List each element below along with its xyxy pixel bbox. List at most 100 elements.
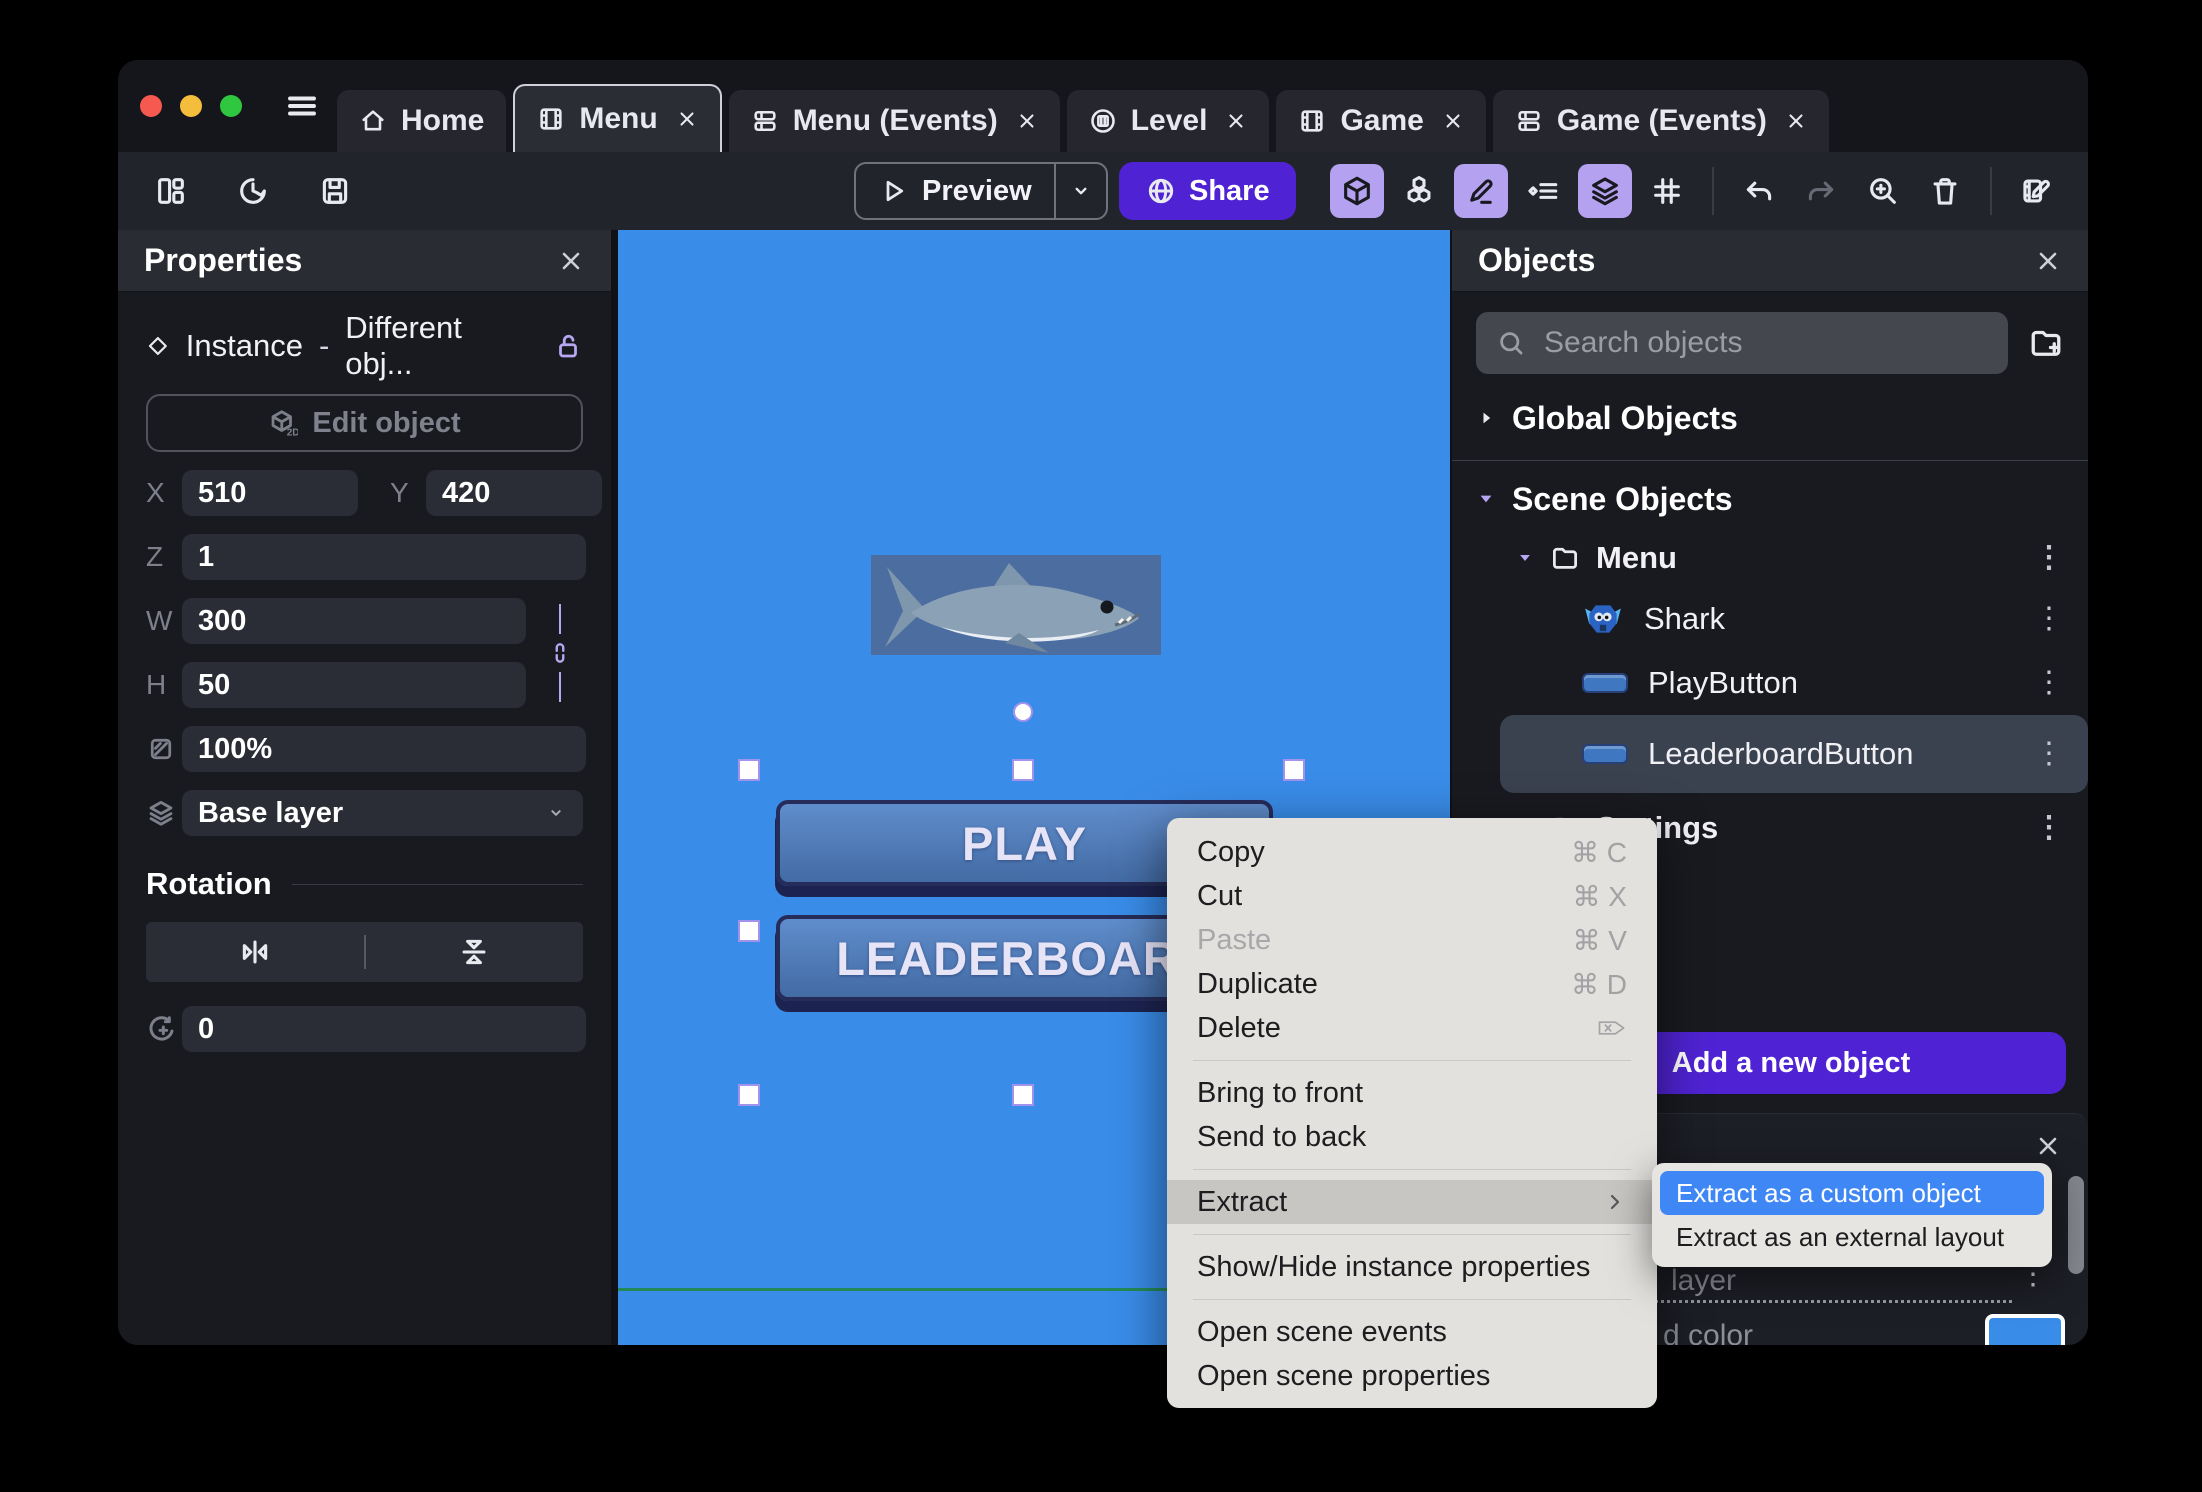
tab-close-icon[interactable] [1016,110,1038,132]
kebab-menu-icon[interactable]: ⋮ [2034,543,2064,573]
save-icon[interactable] [308,164,362,218]
shark-thumbnail [1585,605,1621,633]
y-field[interactable] [426,470,602,516]
object-row-leaderboardbutton[interactable]: LeaderboardButton ⋮ [1500,715,2088,793]
scrollbar[interactable] [2068,1176,2084,1274]
object-mode-button[interactable] [1330,164,1384,218]
unlock-icon[interactable] [553,331,583,361]
grid-button[interactable] [1640,164,1694,218]
tab-menu[interactable]: Menu [513,84,722,152]
tab-close-icon[interactable] [676,108,698,130]
layer-dropdown[interactable]: Base layer [182,790,583,836]
scene-objects-group[interactable]: Scene Objects [1452,475,2088,523]
shark-instance[interactable] [871,555,1161,655]
close-layers-icon[interactable] [2034,1132,2062,1160]
extract-submenu: Extract as a custom object Extract as an… [1652,1163,2052,1267]
selection-handle[interactable] [1012,1084,1034,1106]
zoom-in-button[interactable] [1856,164,1910,218]
selection-handle[interactable] [1012,759,1034,781]
tab-close-icon[interactable] [1225,110,1247,132]
menu-item-extract[interactable]: Extract [1167,1180,1657,1224]
pencil-icon [1470,179,1493,204]
menu-item-label: Cut [1197,879,1243,912]
kebab-menu-icon[interactable]: ⋮ [2034,668,2064,698]
submenu-item-extract-custom-object[interactable]: Extract as a custom object [1660,1171,2044,1215]
opacity-field[interactable] [182,726,586,772]
menu-item-duplicate[interactable]: Duplicate ⌘ D [1167,962,1657,1006]
minimize-window-button[interactable] [180,95,202,117]
cubes-icon [1407,175,1431,203]
menu-item-open-scene-events[interactable]: Open scene events [1167,1310,1657,1354]
menu-item-show-hide-instance-properties[interactable]: Show/Hide instance properties [1167,1245,1657,1289]
objects-stack-button[interactable] [1392,164,1446,218]
tab-game-events[interactable]: Game (Events) [1492,90,1829,152]
flip-horizontal-button[interactable] [146,922,364,982]
h-field[interactable] [182,662,526,708]
selection-handle[interactable] [1283,759,1305,781]
maximize-window-button[interactable] [220,95,242,117]
tab-menu-events[interactable]: Menu (Events) [728,90,1060,152]
tab-level[interactable]: Level [1066,90,1270,152]
submenu-item-extract-external-layout[interactable]: Extract as an external layout [1660,1215,2044,1259]
folder-row-menu[interactable]: Menu ⋮ [1452,529,2088,587]
layer-value: Base layer [198,796,344,829]
undo-button[interactable] [1732,164,1786,218]
search-objects-box[interactable] [1476,312,2008,374]
close-objects-icon[interactable] [2034,247,2062,275]
global-objects-group[interactable]: Global Objects [1452,394,2088,442]
object-label: Shark [1644,601,1725,636]
x-field[interactable] [182,470,358,516]
objects-panel-header: Objects [1452,230,2088,292]
close-properties-icon[interactable] [557,247,585,275]
z-field[interactable] [182,534,586,580]
background-color-swatch[interactable] [1985,1314,2065,1345]
properties-title: Properties [144,242,303,278]
instances-list-button[interactable] [1516,164,1570,218]
history-icon[interactable] [226,164,280,218]
menu-item-cut[interactable]: Cut ⌘ X [1167,874,1657,918]
tab-close-icon[interactable] [1442,110,1464,132]
edit-mode-button[interactable] [1454,164,1508,218]
kebab-menu-icon[interactable]: ⋮ [2034,739,2064,769]
kebab-menu-icon[interactable]: ⋮ [2034,813,2064,843]
menu-divider [1193,1169,1631,1170]
menu-item-copy[interactable]: Copy ⌘ C [1167,830,1657,874]
preview-options-button[interactable] [1053,164,1106,218]
w-field[interactable] [182,598,526,644]
redo-button[interactable] [1794,164,1848,218]
menu-item-label: Copy [1197,835,1265,868]
link-dimensions-toggle[interactable] [537,604,583,702]
new-folder-icon[interactable] [2028,325,2064,361]
tab-home[interactable]: Home [337,90,507,152]
rotation-field[interactable] [182,1006,586,1052]
selection-handle[interactable] [738,1084,760,1106]
kebab-menu-icon[interactable]: ⋮ [2034,604,2064,634]
menu-item-send-to-back[interactable]: Send to back [1167,1115,1657,1159]
panels-layout-icon[interactable] [144,164,198,218]
delete-button[interactable] [1918,164,1972,218]
selection-handle[interactable] [738,920,760,942]
edit-object-button[interactable]: 2D Edit object [146,394,583,452]
shark-sprite [885,563,1140,653]
menu-item-delete[interactable]: Delete [1167,1006,1657,1050]
scene-properties-button[interactable] [2010,164,2064,218]
tab-close-icon[interactable] [1785,110,1807,132]
menu-item-bring-to-front[interactable]: Bring to front [1167,1071,1657,1115]
search-objects-input[interactable] [1544,326,1988,360]
tab-bar: Home Menu Menu (Events) Level Game Game … [337,84,1836,152]
share-button[interactable]: Share [1119,162,1296,220]
preview-button[interactable]: Preview [856,175,1054,208]
hamburger-menu-icon[interactable] [284,88,320,124]
z-label: Z [146,541,164,572]
layers-panel-button[interactable] [1578,164,1632,218]
menu-item-open-scene-properties[interactable]: Open scene properties [1167,1354,1657,1398]
object-row-playbutton[interactable]: PlayButton ⋮ [1452,651,2088,715]
flip-vertical-button[interactable] [366,922,584,982]
tab-game[interactable]: Game [1276,90,1486,152]
rotation-handle[interactable] [1013,702,1033,722]
selection-handle[interactable] [738,759,760,781]
properties-panel-header: Properties [118,230,611,292]
chevron-down-icon [1075,187,1087,195]
close-window-button[interactable] [140,95,162,117]
object-row-shark[interactable]: Shark ⋮ [1452,587,2088,651]
